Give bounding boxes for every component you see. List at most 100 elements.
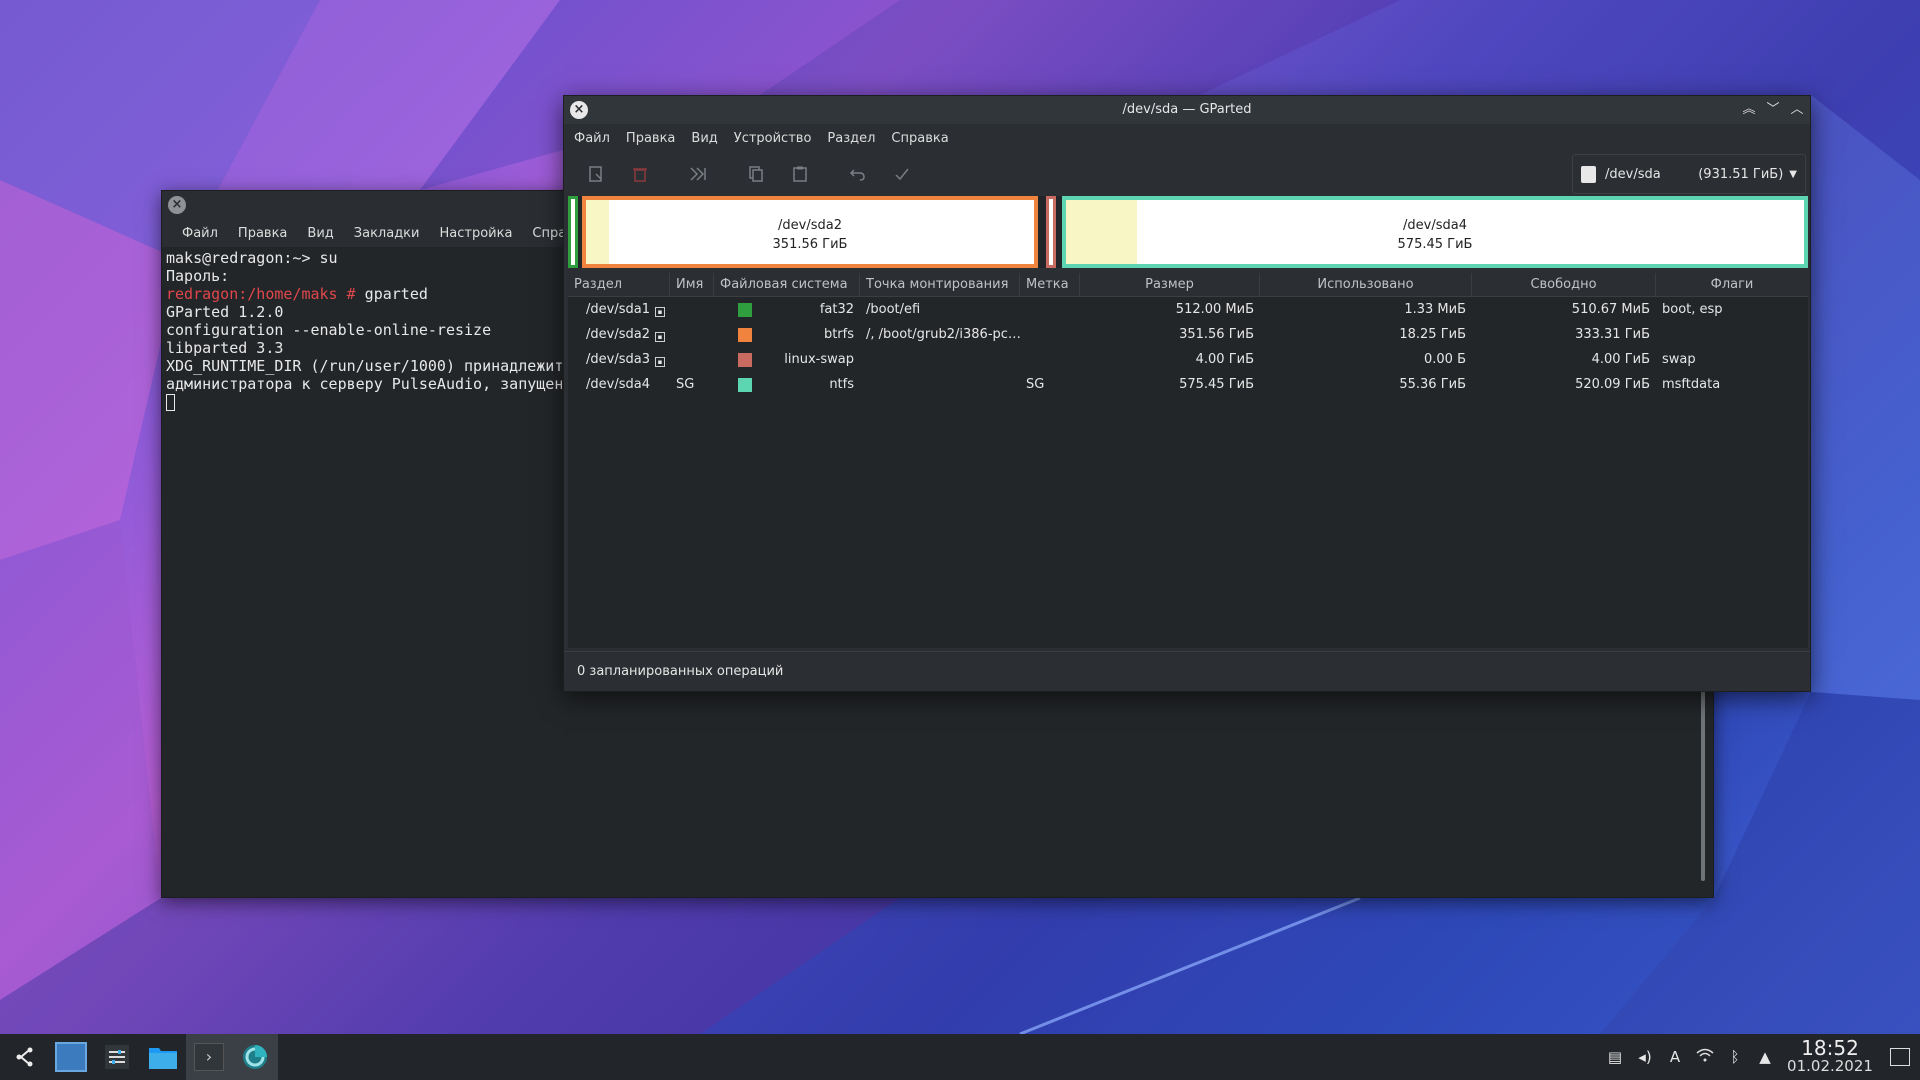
tray-expand-icon[interactable]: ▲ — [1750, 1048, 1780, 1066]
gparted-close-button[interactable]: × — [570, 101, 588, 119]
partition-path: /dev/sda2 — [586, 327, 650, 342]
used-cell: 0.00 Б — [1424, 352, 1466, 367]
window-title: /dev/sda — GParted — [1122, 102, 1252, 117]
clipboard-icon[interactable]: ▤ — [1600, 1048, 1630, 1066]
column-header-free[interactable]: Свободно — [1472, 273, 1656, 296]
lock-icon: ▪ — [654, 357, 665, 367]
new-partition-icon[interactable] — [574, 156, 618, 192]
free-cell: 510.67 МиБ — [1571, 302, 1650, 317]
size-cell: 575.45 ГиБ — [1179, 377, 1254, 392]
partition-path: /dev/sda1 — [586, 302, 650, 317]
keyboard-layout-icon[interactable]: A — [1660, 1048, 1690, 1066]
graph-partition-name: /dev/sda4 — [1403, 218, 1467, 233]
terminal-scrollbar[interactable] — [1701, 691, 1705, 881]
graph-partition-size: 575.45 ГиБ — [1397, 237, 1473, 252]
terminal-menu-view[interactable]: Вид — [297, 226, 343, 241]
clock-date: 01.02.2021 — [1787, 1057, 1873, 1075]
terminal-command: gparted — [355, 285, 428, 303]
gparted-menubar: Файл Правка Вид Устройство Раздел Справк… — [564, 124, 1810, 152]
table-row[interactable]: /dev/sda2 ▪ btrfs /, /boot/grub2/i386-pc… 35… — [568, 322, 1808, 347]
show-desktop-icon[interactable] — [1880, 1048, 1920, 1066]
used-cell: 18.25 ГиБ — [1399, 327, 1466, 342]
column-header-name[interactable]: Имя — [670, 273, 714, 296]
launcher-icon[interactable] — [2, 1034, 48, 1080]
terminal-line: GParted 1.2.0 — [166, 303, 284, 321]
gparted-window[interactable]: × /dev/sda — GParted ︽ ﹀ ︿ Файл Правка В… — [563, 95, 1811, 692]
undo-icon[interactable] — [836, 156, 880, 192]
partition-cell: /dev/sda2 ▪ — [568, 327, 670, 342]
size-cell: 512.00 МиБ — [1175, 302, 1254, 317]
column-header-partition[interactable]: Раздел — [568, 273, 670, 296]
column-header-size[interactable]: Размер — [1080, 273, 1260, 296]
desktop-pager-icon[interactable] — [48, 1034, 94, 1080]
terminal-output[interactable]: maks@redragon:~> su Пароль: redragon:/home… — [162, 247, 562, 887]
column-header-filesystem[interactable]: Файловая система — [714, 273, 860, 296]
filesystem-cell: fat32 — [714, 302, 860, 317]
terminal-menu-settings[interactable]: Настройка — [429, 226, 522, 241]
minimize-icon[interactable]: ﹀ — [1766, 96, 1780, 124]
terminal-line: Пароль: — [166, 267, 230, 285]
table-row[interactable]: /dev/sda4 SG ntfs SG 575.45 ГиБ 55.36 ГиБ 520.… — [568, 372, 1808, 397]
terminal-menu-file[interactable]: Файл — [172, 226, 228, 241]
pending-operations-status: 0 запланированных операций — [564, 651, 1810, 691]
graph-partition-size: 351.56 ГиБ — [772, 237, 848, 252]
menu-partition[interactable]: Раздел — [819, 131, 883, 146]
paste-icon[interactable] — [778, 156, 822, 192]
size-cell: 4.00 ГиБ — [1195, 352, 1254, 367]
name-cell: SG — [676, 377, 695, 392]
clock[interactable]: 18:52 01.02.2021 — [1780, 1038, 1880, 1075]
gparted-icon[interactable] — [232, 1034, 278, 1080]
filesystem-cell: ntfs — [714, 377, 860, 392]
column-header-label[interactable]: Метка — [1020, 273, 1080, 296]
free-cell: 520.09 ГиБ — [1575, 377, 1650, 392]
graph-partition-sda4[interactable]: /dev/sda4 575.45 ГиБ — [1062, 196, 1808, 268]
partition-graph: /dev/sda2 351.56 ГиБ /dev/sda4 575.45 ГиБ — [568, 196, 1808, 268]
taskbar: › ▤ ◂) A ᛒ ▲ 18:52 01.02.2021 — [0, 1034, 1920, 1080]
column-header-flags[interactable]: Флаги — [1656, 273, 1808, 296]
partition-path: /dev/sda3 — [586, 352, 650, 367]
chevron-down-icon: ▼ — [1789, 168, 1797, 180]
filesystem-name: linux-swap — [784, 352, 854, 367]
volume-icon[interactable]: ◂) — [1630, 1048, 1660, 1066]
column-header-mountpoint[interactable]: Точка монтирования — [860, 273, 1020, 296]
konsole-icon[interactable]: › — [186, 1034, 232, 1080]
table-row[interactable]: /dev/sda1 ▪ fat32/boot/efi 512.00 МиБ 1.33 М… — [568, 297, 1808, 322]
filesystem-cell: btrfs — [714, 327, 860, 342]
menu-help[interactable]: Справка — [883, 131, 956, 146]
filesystem-color-swatch — [738, 377, 752, 392]
table-row[interactable]: /dev/sda3 ▪ linux-swap 4.00 ГиБ 0.00 Б 4.00 Г… — [568, 347, 1808, 372]
menu-edit[interactable]: Правка — [618, 131, 683, 146]
graph-partition-name: /dev/sda2 — [778, 218, 842, 233]
lock-icon: ▪ — [654, 307, 665, 317]
bluetooth-icon[interactable]: ᛒ — [1720, 1048, 1750, 1066]
flags-cell: boot, esp — [1662, 302, 1723, 317]
graph-partition-sda3[interactable] — [1046, 196, 1056, 268]
device-selector[interactable]: /dev/sda (931.51 ГиБ) ▼ — [1572, 154, 1806, 194]
column-header-used[interactable]: Использовано — [1260, 273, 1472, 296]
menu-device[interactable]: Устройство — [726, 131, 820, 146]
menu-file[interactable]: Файл — [566, 131, 618, 146]
filesystem-color-swatch — [738, 352, 752, 367]
terminal-close-button[interactable]: × — [168, 196, 186, 214]
terminal-menu-bookmarks[interactable]: Закладки — [344, 226, 430, 241]
free-cell: 4.00 ГиБ — [1591, 352, 1650, 367]
label-cell: SG — [1026, 377, 1045, 392]
keep-above-icon[interactable]: ︽ — [1742, 96, 1756, 124]
menu-view[interactable]: Вид — [683, 131, 725, 146]
filesystem-cell: linux-swap — [714, 352, 860, 367]
graph-partition-sda1[interactable] — [568, 196, 578, 268]
terminal-menu-edit[interactable]: Правка — [228, 226, 297, 241]
graph-partition-sda2[interactable]: /dev/sda2 351.56 ГиБ — [582, 196, 1038, 268]
copy-icon[interactable] — [734, 156, 778, 192]
file-manager-icon[interactable] — [140, 1034, 186, 1080]
maximize-icon[interactable]: ︿ — [1790, 96, 1804, 124]
terminal-line: configuration --enable-online-resize — [166, 321, 492, 339]
terminal-line: maks@redragon:~> su — [166, 249, 338, 267]
apply-icon[interactable] — [880, 156, 924, 192]
disk-icon — [1581, 165, 1596, 183]
wifi-icon[interactable] — [1690, 1048, 1720, 1066]
resize-move-icon[interactable] — [676, 156, 720, 192]
gparted-titlebar[interactable]: × /dev/sda — GParted ︽ ﹀ ︿ — [564, 96, 1810, 124]
system-settings-icon[interactable] — [94, 1034, 140, 1080]
delete-icon[interactable] — [618, 156, 662, 192]
